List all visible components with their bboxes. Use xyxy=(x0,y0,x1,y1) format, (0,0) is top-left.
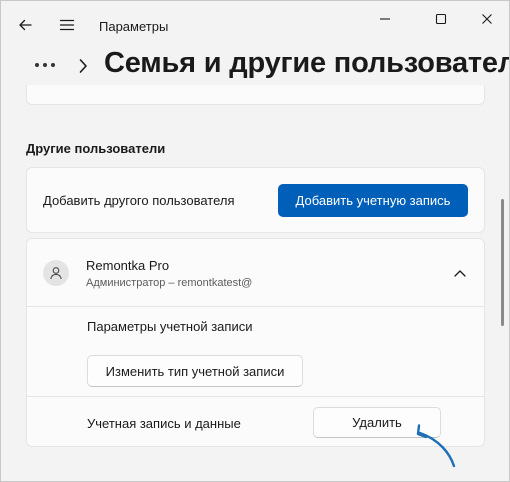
title-bar: Параметры xyxy=(1,1,509,49)
settings-window: Параметры Семья и другие пользователи Др… xyxy=(0,0,510,482)
previous-card-bottom xyxy=(26,85,485,105)
section-title-other-users: Другие пользователи xyxy=(26,141,166,156)
breadcrumb-more-button[interactable] xyxy=(31,53,61,77)
hamburger-menu-icon xyxy=(59,19,75,31)
user-card-header[interactable]: Remontka Pro Администратор – remontkates… xyxy=(27,239,484,307)
chevron-up-icon xyxy=(454,270,466,277)
avatar xyxy=(43,260,69,286)
delete-account-button[interactable]: Удалить xyxy=(313,407,441,438)
more-dots-icon xyxy=(35,63,55,67)
minimize-icon xyxy=(380,18,390,20)
app-title: Параметры xyxy=(99,19,169,34)
chevron-right-icon xyxy=(79,59,87,73)
maximize-icon xyxy=(435,13,447,25)
collapse-button[interactable] xyxy=(450,263,470,283)
account-options-label: Параметры учетной записи xyxy=(87,319,253,334)
change-account-type-button[interactable]: Изменить тип учетной записи xyxy=(87,355,303,387)
close-icon xyxy=(482,14,492,24)
back-button[interactable] xyxy=(11,11,39,39)
user-name: Remontka Pro xyxy=(86,258,170,273)
close-button[interactable] xyxy=(467,5,507,33)
add-user-card: Добавить другого пользователя Добавить у… xyxy=(26,167,485,233)
page-title: Семья и другие пользователи xyxy=(104,47,510,79)
user-avatar-icon xyxy=(50,267,62,280)
scrollbar[interactable] xyxy=(501,199,504,326)
add-user-label: Добавить другого пользователя xyxy=(43,193,235,208)
add-account-button[interactable]: Добавить учетную запись xyxy=(278,184,468,217)
breadcrumb-separator xyxy=(75,55,91,77)
maximize-button[interactable] xyxy=(421,5,461,33)
account-data-label: Учетная запись и данные xyxy=(87,416,241,431)
back-arrow-icon xyxy=(19,19,32,31)
navigation-menu-button[interactable] xyxy=(53,11,81,39)
user-role: Администратор – remontkatest@ xyxy=(86,277,253,289)
user-card: Remontka Pro Администратор – remontkates… xyxy=(26,238,485,447)
divider xyxy=(27,396,484,397)
minimize-button[interactable] xyxy=(365,5,405,33)
